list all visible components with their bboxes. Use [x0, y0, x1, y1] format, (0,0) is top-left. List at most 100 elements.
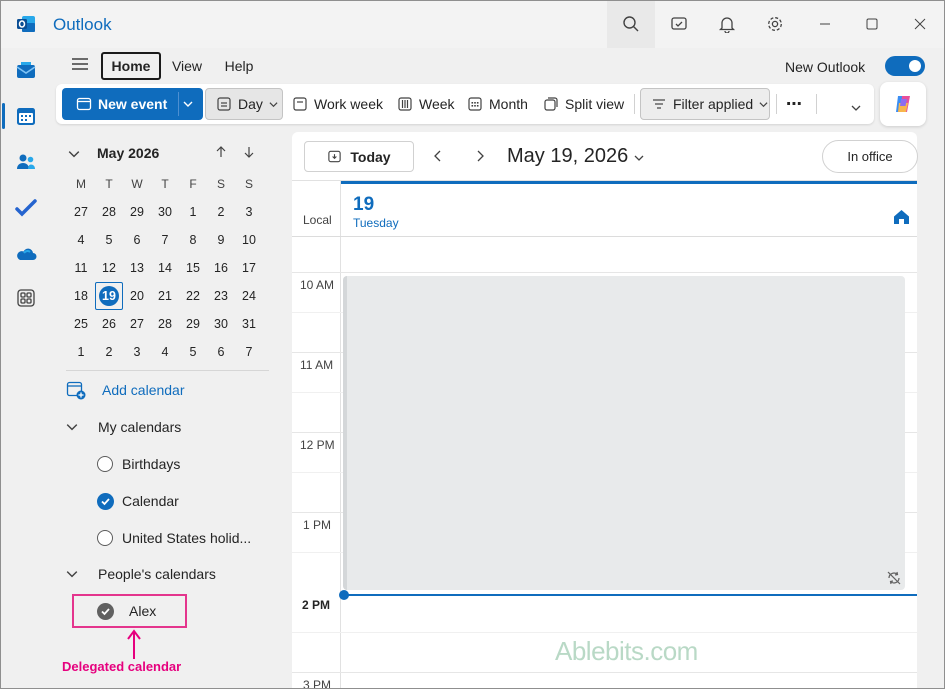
- mail-icon: [16, 62, 36, 78]
- copilot-button[interactable]: [880, 82, 926, 126]
- mini-calendar-collapse-button[interactable]: [68, 148, 80, 160]
- mini-calendar-day[interactable]: 4: [67, 226, 95, 254]
- mini-calendar-day[interactable]: 1: [179, 198, 207, 226]
- mini-calendar-day-selected[interactable]: 19: [95, 282, 123, 310]
- notes-button[interactable]: [655, 0, 703, 48]
- maximize-button[interactable]: [848, 0, 896, 48]
- peoples-calendars-group[interactable]: People's calendars: [66, 562, 216, 586]
- search-button[interactable]: [607, 0, 655, 48]
- settings-button[interactable]: [751, 0, 799, 48]
- mini-calendar-day[interactable]: 15: [179, 254, 207, 282]
- mail-app-button[interactable]: [14, 58, 38, 82]
- mini-calendar-day[interactable]: 20: [123, 282, 151, 310]
- date-picker-dropdown[interactable]: [634, 153, 644, 163]
- more-apps-button[interactable]: [14, 286, 38, 310]
- calendar-item-calendar[interactable]: Calendar: [97, 489, 179, 513]
- mini-calendar-day[interactable]: 29: [179, 310, 207, 338]
- new-event-button[interactable]: New event: [62, 88, 203, 120]
- mini-calendar-day[interactable]: 25: [67, 310, 95, 338]
- hour-label-current: 2 PM: [302, 598, 331, 612]
- mini-calendar-day[interactable]: 30: [151, 198, 179, 226]
- mini-calendar-day[interactable]: 7: [235, 338, 263, 366]
- mini-calendar-day[interactable]: 26: [95, 310, 123, 338]
- today-button[interactable]: Today: [304, 141, 414, 172]
- mini-calendar-day[interactable]: 11: [67, 254, 95, 282]
- mini-calendar-day[interactable]: 7: [151, 226, 179, 254]
- calendar-checkbox[interactable]: [97, 530, 113, 546]
- previous-day-button[interactable]: [432, 150, 444, 162]
- work-location-home-icon[interactable]: [893, 209, 910, 225]
- filter-button[interactable]: Filter applied: [640, 88, 770, 120]
- day-number[interactable]: 19: [353, 194, 374, 216]
- more-options-button[interactable]: ⋯: [786, 88, 802, 120]
- mini-calendar-day[interactable]: 9: [207, 226, 235, 254]
- mini-calendar-day[interactable]: 28: [151, 310, 179, 338]
- apps-grid-icon: [17, 289, 35, 307]
- next-day-button[interactable]: [474, 150, 486, 162]
- mini-calendar-day[interactable]: 23: [207, 282, 235, 310]
- calendar-item-us-holidays[interactable]: United States holid...: [97, 526, 251, 550]
- mini-calendar-day[interactable]: 3: [123, 338, 151, 366]
- calendar-checkbox-checked[interactable]: [97, 492, 114, 510]
- minimize-button[interactable]: [801, 0, 849, 48]
- mini-calendar-day[interactable]: 27: [123, 310, 151, 338]
- mini-calendar-day[interactable]: 24: [235, 282, 263, 310]
- mini-calendar-day[interactable]: 2: [207, 198, 235, 226]
- hamburger-menu-button[interactable]: [70, 56, 90, 72]
- mini-calendar-day[interactable]: 14: [151, 254, 179, 282]
- in-office-button[interactable]: In office: [822, 140, 918, 173]
- mini-calendar-day[interactable]: 6: [123, 226, 151, 254]
- mini-calendar-day[interactable]: 27: [67, 198, 95, 226]
- mini-calendar-day[interactable]: 3: [235, 198, 263, 226]
- tab-view[interactable]: View: [166, 52, 208, 80]
- calendar-item-alex[interactable]: Alex: [97, 599, 156, 623]
- mini-calendar-next-button[interactable]: [243, 146, 255, 158]
- calendar-checkbox-checked[interactable]: [97, 602, 114, 620]
- new-outlook-toggle[interactable]: [885, 56, 925, 76]
- people-app-button[interactable]: [14, 150, 38, 174]
- tab-home[interactable]: Home: [101, 52, 161, 80]
- work-week-view-button[interactable]: Work week: [292, 88, 383, 120]
- my-calendars-group[interactable]: My calendars: [66, 415, 181, 439]
- mini-calendar-day[interactable]: 12: [95, 254, 123, 282]
- mini-calendar-day[interactable]: 28: [95, 198, 123, 226]
- mini-calendar-day[interactable]: 4: [151, 338, 179, 366]
- mini-calendar-day[interactable]: 5: [179, 338, 207, 366]
- mini-calendar-day[interactable]: 18: [67, 282, 95, 310]
- split-view-button[interactable]: Split view: [543, 88, 624, 120]
- mini-calendar-day[interactable]: 16: [207, 254, 235, 282]
- current-date-title[interactable]: May 19, 2026: [507, 145, 628, 168]
- mini-calendar-day[interactable]: 22: [179, 282, 207, 310]
- close-button[interactable]: [896, 0, 944, 48]
- mini-calendar-day[interactable]: 8: [179, 226, 207, 254]
- ribbon-separator: [634, 94, 635, 114]
- calendar-add-icon: [76, 97, 92, 111]
- calendar-checkbox[interactable]: [97, 456, 113, 472]
- mini-calendar-day[interactable]: 1: [67, 338, 95, 366]
- mini-calendar-day[interactable]: 17: [235, 254, 263, 282]
- day-view-button[interactable]: Day: [205, 88, 283, 120]
- mini-calendar-day[interactable]: 30: [207, 310, 235, 338]
- calendar-app-button[interactable]: [14, 104, 38, 128]
- new-event-dropdown[interactable]: [183, 99, 193, 109]
- notifications-button[interactable]: [703, 0, 751, 48]
- mini-calendar-prev-button[interactable]: [215, 146, 227, 158]
- mini-calendar-day[interactable]: 13: [123, 254, 151, 282]
- calendar-today-icon: [328, 150, 342, 163]
- ribbon-expand-button[interactable]: [851, 103, 861, 113]
- calendar-item-birthdays[interactable]: Birthdays: [97, 452, 180, 476]
- mini-calendar-day[interactable]: 10: [235, 226, 263, 254]
- tab-help[interactable]: Help: [218, 52, 260, 80]
- mini-calendar-day[interactable]: 5: [95, 226, 123, 254]
- week-view-button[interactable]: Week: [397, 88, 455, 120]
- mini-calendar-day[interactable]: 6: [207, 338, 235, 366]
- onedrive-app-button[interactable]: [14, 242, 38, 266]
- mini-calendar-day[interactable]: 31: [235, 310, 263, 338]
- mini-calendar-day[interactable]: 29: [123, 198, 151, 226]
- add-calendar-button[interactable]: Add calendar: [66, 378, 185, 402]
- calendar-event-block[interactable]: [343, 276, 905, 590]
- todo-app-button[interactable]: [14, 196, 38, 220]
- mini-calendar-day[interactable]: 21: [151, 282, 179, 310]
- month-view-button[interactable]: Month: [467, 88, 528, 120]
- mini-calendar-day[interactable]: 2: [95, 338, 123, 366]
